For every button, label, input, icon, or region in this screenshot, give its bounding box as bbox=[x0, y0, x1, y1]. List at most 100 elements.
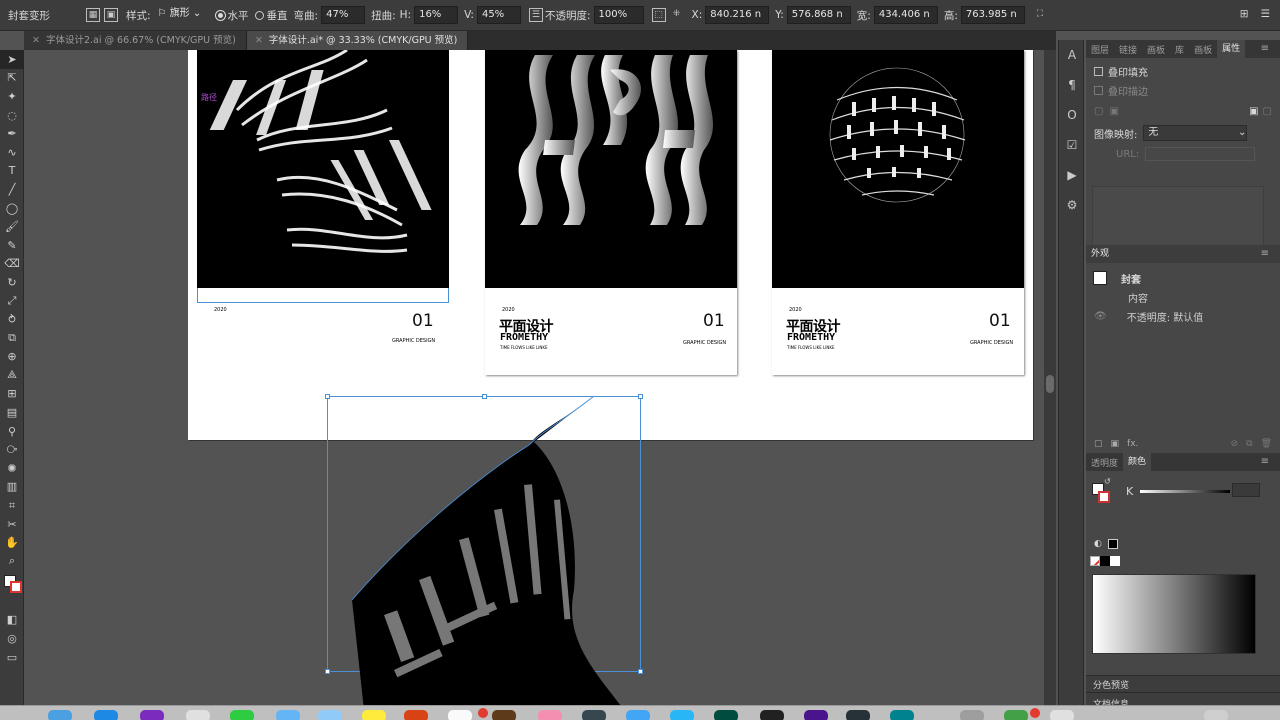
k-slider[interactable] bbox=[1140, 490, 1230, 493]
character-panel-icon[interactable]: A bbox=[1059, 40, 1085, 70]
arrange-icon[interactable]: ⊞ bbox=[1240, 8, 1249, 20]
appearance-content-label[interactable]: 内容 bbox=[1128, 290, 1148, 305]
app-store-icon[interactable] bbox=[94, 710, 118, 720]
poster-card-2[interactable]: 2020 平面设计 FROMETHY TIME FLOWS LIKE LINKE… bbox=[485, 50, 737, 375]
default-colors-icon[interactable]: ◐ bbox=[1094, 539, 1102, 549]
transform-reference-icon[interactable]: ⛶ bbox=[1033, 8, 1047, 22]
clear-appearance-icon[interactable]: ⊘ bbox=[1231, 439, 1239, 449]
warp-tool-icon[interactable]: ⥁ bbox=[0, 310, 24, 329]
add-stroke-icon[interactable]: ▢ bbox=[1094, 439, 1103, 449]
x-input[interactable]: 840.216 n bbox=[705, 6, 770, 24]
eraser-tool-icon[interactable]: ⌫ bbox=[0, 255, 24, 274]
white-swatch[interactable] bbox=[1110, 556, 1120, 566]
edit-envelope-icon[interactable]: ▦ bbox=[86, 8, 100, 22]
scrollbar-thumb[interactable] bbox=[1046, 375, 1054, 393]
hand-tool-icon[interactable]: ✋ bbox=[0, 533, 24, 552]
illustrator-icon[interactable] bbox=[492, 710, 516, 720]
preview-icon[interactable] bbox=[626, 710, 650, 720]
add-effect-icon[interactable]: fx. bbox=[1127, 439, 1138, 449]
separations-preview-header[interactable]: 分色预览 bbox=[1086, 675, 1280, 692]
eyedropper-tool-icon[interactable]: ⚲ bbox=[0, 422, 24, 441]
blend-tool-icon[interactable]: ⧂ bbox=[0, 440, 24, 459]
edit-contents-icon[interactable]: ▣ bbox=[104, 8, 118, 22]
trash-icon[interactable] bbox=[1204, 710, 1228, 720]
scale-tool-icon[interactable]: ⤢ bbox=[0, 292, 24, 311]
swap-icon[interactable]: ↺ bbox=[1104, 477, 1111, 486]
shaper-tool-icon[interactable]: ✎ bbox=[0, 236, 24, 255]
direct-selection-tool-icon[interactable]: ⇱ bbox=[0, 69, 24, 88]
rotate-tool-icon[interactable]: ↻ bbox=[0, 273, 24, 292]
vertical-scrollbar[interactable] bbox=[1044, 50, 1056, 705]
close-icon[interactable]: ✕ bbox=[255, 31, 263, 50]
black-swatch-2[interactable] bbox=[1100, 556, 1110, 566]
artboard-tool-icon[interactable]: ⌗ bbox=[0, 496, 24, 515]
color-stroke-swatch[interactable] bbox=[1098, 491, 1110, 503]
shape-builder-tool-icon[interactable]: ⊕ bbox=[0, 348, 24, 367]
appearance-opacity-label[interactable]: 不透明度: 默认值 bbox=[1127, 309, 1204, 324]
color-mode-icon[interactable]: ◧ bbox=[0, 611, 24, 630]
perspective-grid-tool-icon[interactable]: ⟁ bbox=[0, 366, 24, 385]
settings-panel-icon[interactable]: ⚙ bbox=[1059, 190, 1085, 220]
music-icon[interactable] bbox=[538, 710, 562, 720]
document-info-header[interactable]: 文档信息 bbox=[1086, 692, 1280, 705]
poster-card-1[interactable]: 路径 2020 01 GRAPHIC DESIGN bbox=[197, 50, 449, 344]
use-even-odd-icon[interactable]: ▢ bbox=[1263, 106, 1272, 117]
poster-card-3[interactable]: 2020 平面设计 FROMETHY TIME FLOWS LIKE LINKE… bbox=[772, 50, 1024, 375]
url-input[interactable] bbox=[1145, 147, 1256, 161]
fill-stroke-swatch[interactable] bbox=[0, 571, 23, 611]
bend-input[interactable]: 47% bbox=[321, 6, 366, 24]
attributes-panel-icon[interactable]: ☑ bbox=[1059, 130, 1085, 160]
calendar-icon[interactable] bbox=[448, 710, 472, 720]
vertical-radio[interactable] bbox=[254, 10, 264, 20]
free-transform-tool-icon[interactable]: ⧉ bbox=[0, 329, 24, 348]
terminal-icon[interactable] bbox=[714, 710, 738, 720]
premiere-icon[interactable] bbox=[804, 710, 828, 720]
black-swatch[interactable] bbox=[1108, 539, 1118, 549]
type-tool-icon[interactable]: T bbox=[0, 162, 24, 181]
tab-layers[interactable]: 图层 bbox=[1086, 43, 1114, 56]
line-tool-icon[interactable]: ╱ bbox=[0, 180, 24, 199]
reminders-icon[interactable] bbox=[404, 710, 428, 720]
distortion-h-input[interactable]: 16% bbox=[414, 6, 459, 24]
panel-menu-icon[interactable]: ≡ bbox=[1256, 456, 1274, 467]
screen-mode-icon[interactable]: ▭ bbox=[0, 648, 24, 667]
transform-icon[interactable]: ⬚ bbox=[651, 8, 666, 22]
ellipse-tool-icon[interactable]: ◯ bbox=[0, 199, 24, 218]
none-swatch[interactable] bbox=[1090, 556, 1100, 566]
tab-color[interactable]: 颜色 bbox=[1123, 453, 1152, 471]
slice-tool-icon[interactable]: ✂ bbox=[0, 515, 24, 534]
symbol-sprayer-tool-icon[interactable]: ✺ bbox=[0, 459, 24, 478]
align-icon[interactable]: ☰ bbox=[528, 8, 543, 22]
gradient-tool-icon[interactable]: ▤ bbox=[0, 403, 24, 422]
document-icon[interactable] bbox=[1050, 710, 1074, 720]
panel-menu-icon[interactable]: ≡ bbox=[1256, 43, 1274, 54]
after-effects-icon[interactable] bbox=[846, 710, 870, 720]
tab-links[interactable]: 链接 bbox=[1114, 43, 1142, 56]
media-icon[interactable] bbox=[140, 710, 164, 720]
draw-mode-icon[interactable]: ◎ bbox=[0, 629, 24, 648]
tab-libraries[interactable]: 库 bbox=[1170, 43, 1189, 56]
camera-icon[interactable] bbox=[582, 710, 606, 720]
height-input[interactable]: 763.985 n bbox=[960, 6, 1025, 24]
panel-menu-icon[interactable]: ☰ bbox=[1261, 8, 1270, 20]
color-spectrum[interactable] bbox=[1092, 574, 1256, 654]
hide-center-icon[interactable]: ▣ bbox=[1109, 106, 1118, 117]
messages-icon[interactable] bbox=[230, 710, 254, 720]
graph-tool-icon[interactable]: ▥ bbox=[0, 478, 24, 497]
tab-artboards[interactable]: 画板 bbox=[1142, 43, 1170, 56]
opacity-input[interactable]: 100% bbox=[593, 6, 644, 24]
browser-icon[interactable] bbox=[670, 710, 694, 720]
maps-icon[interactable] bbox=[318, 710, 342, 720]
actions-panel-icon[interactable]: ▶ bbox=[1059, 160, 1085, 190]
panel-menu-icon[interactable]: ≡ bbox=[1256, 248, 1274, 259]
tab-document-2[interactable]: ✕ 字体设计.ai* @ 33.33% (CMYK/GPU 预览) bbox=[246, 31, 469, 50]
mesh-tool-icon[interactable]: ⊞ bbox=[0, 385, 24, 404]
paragraph-panel-icon[interactable]: ¶ bbox=[1059, 70, 1085, 100]
opentype-panel-icon[interactable]: O bbox=[1059, 100, 1085, 130]
downloads-icon[interactable] bbox=[960, 710, 984, 720]
style-dropdown[interactable]: ⚐ 旗形 ⌄ bbox=[154, 6, 210, 24]
wechat-icon[interactable] bbox=[1004, 710, 1028, 720]
stroke-swatch[interactable] bbox=[10, 580, 22, 593]
lasso-tool-icon[interactable]: ◌ bbox=[0, 106, 24, 125]
tab-transparency[interactable]: 透明度 bbox=[1086, 456, 1123, 469]
